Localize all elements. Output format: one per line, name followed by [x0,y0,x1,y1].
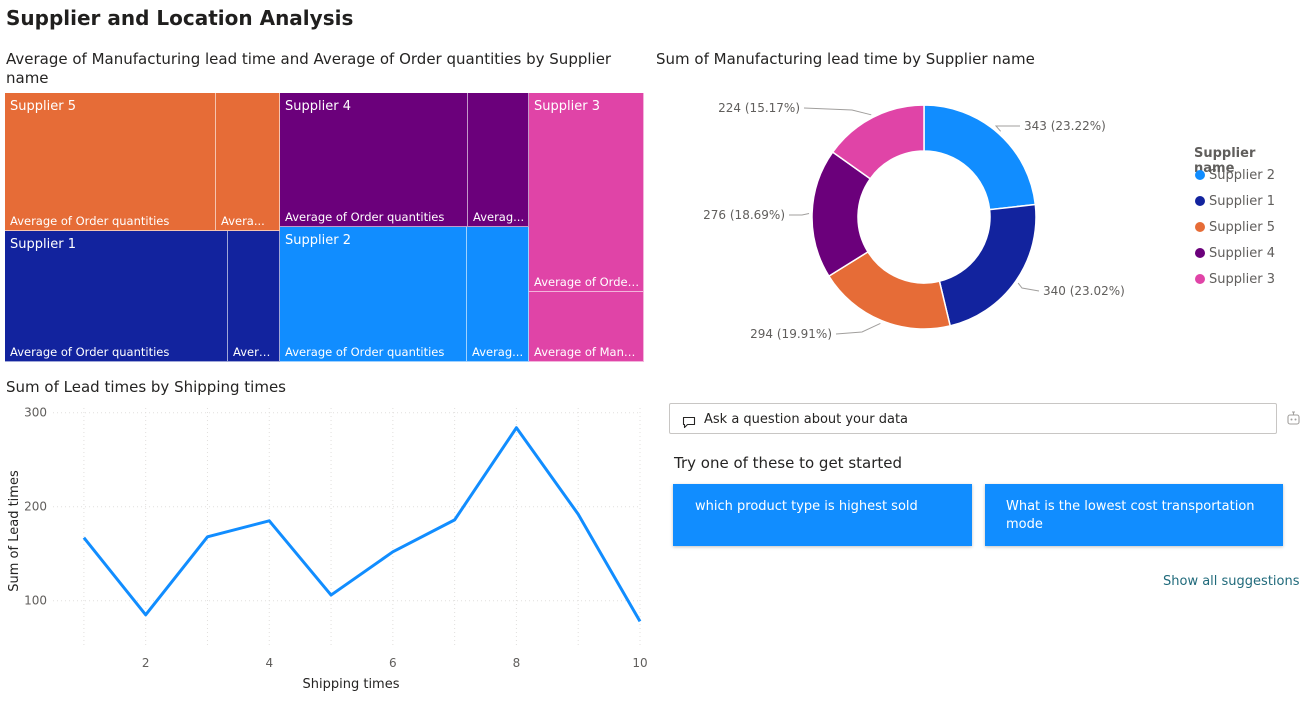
chat-bubble-icon [682,414,696,433]
treemap-cell-supplier-4-small[interactable]: Averag... [468,93,529,227]
treemap: Supplier 5 Average of Order quantities A… [5,93,644,362]
donut-data-label: 276 (18.69%) [703,208,785,222]
page-title: Supplier and Location Analysis [6,6,354,30]
y-tick-label: 200 [24,500,47,514]
legend-item[interactable]: Supplier 3 [1195,272,1275,287]
suggestions-heading: Try one of these to get started [674,454,903,472]
x-axis-label: Shipping times [303,677,400,692]
donut-leader-line [835,322,881,335]
treemap-cell-supplier-5[interactable]: Supplier 5 Average of Order quantities [5,93,216,231]
donut-data-label: 294 (19.91%) [750,327,832,341]
line-series[interactable] [82,426,642,623]
treemap-cell-supplier-2[interactable]: Supplier 2 Average of Order quantities [280,227,467,362]
donut-data-label: 340 (23.02%) [1043,284,1125,298]
treemap-cell-sublabel: Averag... [473,210,525,224]
suggestion-button-2[interactable]: What is the lowest cost transportation m… [985,484,1283,546]
treemap-cell-sublabel: Avera... [233,345,276,359]
treemap-cell-supplier-1-small[interactable]: Avera... [228,231,280,362]
qa-settings-icon[interactable] [1286,410,1301,430]
line-point[interactable] [143,612,149,618]
legend-item[interactable]: Supplier 1 [1195,194,1275,209]
treemap-cell-label: Supplier 2 [285,233,351,248]
treemap-cell-label: Supplier 5 [10,99,76,114]
treemap-cell-label: Supplier 1 [10,237,76,252]
legend-label: Supplier 2 [1209,168,1275,183]
treemap-cell-sublabel: Average of Manu... [534,345,640,359]
donut-data-label: 343 (23.22%) [1024,119,1106,133]
donut-slice-2[interactable] [938,203,1037,327]
legend-label: Supplier 3 [1209,272,1275,287]
legend-label: Supplier 5 [1209,220,1275,235]
treemap-cell-sublabel: Averag... [472,345,524,359]
line-point[interactable] [452,517,458,523]
donut-title: Sum of Manufacturing lead time by Suppli… [656,50,1035,68]
x-tick-label: 8 [513,656,521,670]
donut-slice-1[interactable] [923,104,1037,211]
legend-dot-icon [1195,248,1205,258]
legend-dot-icon [1195,196,1205,206]
line-chart: 100 200 300 2 4 6 8 10 Shipping times Sum of Lead… [7,406,648,692]
donut-leader-line [803,107,872,116]
treemap-cell-sublabel: Avera... [221,214,265,228]
legend-label: Supplier 1 [1209,194,1275,209]
y-axis-label: Sum of Lead times [7,470,22,592]
treemap-cell-supplier-5-small[interactable]: Avera... [216,93,280,231]
legend-item[interactable]: Supplier 5 [1195,220,1275,235]
y-tick-label: 300 [24,406,47,420]
treemap-cell-sublabel: Average of Order quantities [285,345,445,359]
suggestion-button-1[interactable]: which product type is highest sold [673,484,972,546]
x-tick-label: 2 [142,656,150,670]
treemap-cell-sublabel: Average of Order quantities [10,345,170,359]
treemap-cell-supplier-4[interactable]: Supplier 4 Average of Order quantities [280,93,468,227]
treemap-cell-supplier-3[interactable]: Supplier 3 Average of Order... [529,93,644,292]
legend-dot-icon [1195,222,1205,232]
qa-input[interactable]: Ask a question about your data [669,403,1277,434]
treemap-cell-supplier-1[interactable]: Supplier 1 Average of Order quantities [5,231,228,362]
qa-placeholder: Ask a question about your data [704,412,909,427]
line-point[interactable] [637,618,643,624]
donut-leader-line [994,125,1020,132]
donut-leader-line [1017,282,1040,292]
line-chart-title: Sum of Lead times by Shipping times [6,378,286,396]
line-point[interactable] [513,425,519,431]
x-tick-label: 4 [265,656,273,670]
line-point[interactable] [204,534,210,540]
line-point[interactable] [328,592,334,598]
treemap-cell-sublabel: Average of Order... [534,275,640,289]
treemap-cell-sublabel: Average of Order quantities [10,214,170,228]
donut-chart: 343 (23.22%) 340 (23.02%) 294 (19.91%) 276 … [703,101,1125,341]
legend-dot-icon [1195,274,1205,284]
line-point[interactable] [575,511,581,517]
x-tick-label: 6 [389,656,397,670]
legend-item[interactable]: Supplier 2 [1195,168,1275,183]
legend-label: Supplier 4 [1209,246,1275,261]
donut-leader-line [789,212,810,216]
treemap-cell-supplier-3-small[interactable]: Average of Manu... [529,292,644,362]
line-point[interactable] [81,535,87,541]
line-point[interactable] [390,549,396,555]
treemap-cell-label: Supplier 4 [285,99,351,114]
treemap-cell-supplier-2-small[interactable]: Averag... [467,227,529,362]
line-point[interactable] [266,518,272,524]
donut-data-label: 224 (15.17%) [718,101,800,115]
treemap-title: Average of Manufacturing lead time and A… [6,50,612,87]
treemap-cell-label: Supplier 3 [534,99,600,114]
x-tick-label: 10 [632,656,647,670]
legend-item[interactable]: Supplier 4 [1195,246,1275,261]
show-all-suggestions-link[interactable]: Show all suggestions [1163,574,1300,589]
y-tick-label: 100 [24,594,47,608]
legend-dot-icon [1195,170,1205,180]
donut-legend: Supplier name Supplier 2 Supplier 1 Suppli… [1194,146,1299,296]
treemap-cell-sublabel: Average of Order quantities [285,210,445,224]
